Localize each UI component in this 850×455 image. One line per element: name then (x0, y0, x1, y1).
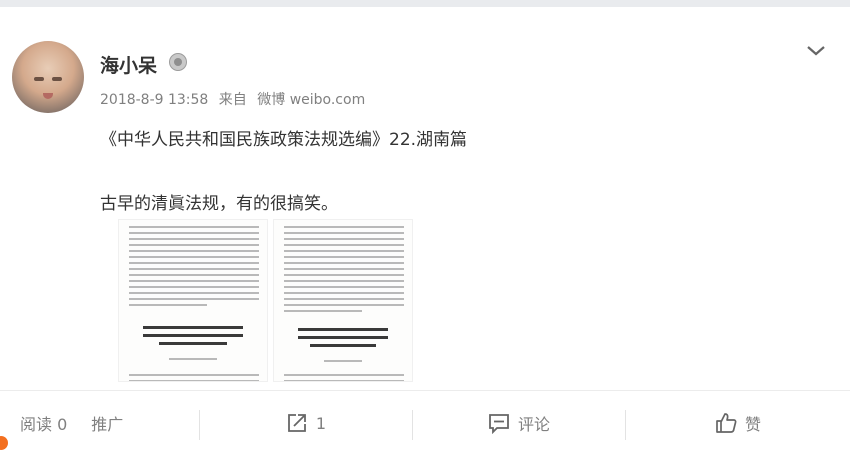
comment-button[interactable]: 评论 (413, 391, 625, 455)
read-count: 阅读 0 推广 (20, 391, 180, 455)
like-button[interactable]: 赞 (626, 391, 850, 455)
post-image[interactable] (273, 219, 413, 382)
post-meta: 2018-8-9 13:58 来自 微博 weibo.com (100, 89, 365, 109)
post-text-line: 《中华人民共和国民族政策法规选编》22.湖南篇 (100, 130, 468, 150)
avatar[interactable] (12, 41, 84, 113)
post-date[interactable]: 2018-8-9 13:58 (100, 92, 208, 108)
reads-label: 阅读 (20, 415, 53, 434)
repost-button[interactable]: 1 (200, 391, 412, 455)
member-badge-icon[interactable] (169, 53, 187, 71)
like-label: 赞 (744, 415, 761, 434)
thumbs-up-icon (716, 413, 737, 433)
promote-button[interactable]: 推广 (91, 411, 123, 435)
comment-label: 评论 (517, 415, 550, 434)
post-footer: 阅读 0 推广 1 评论 赞 (0, 390, 850, 455)
source-prefix: 来自 (218, 92, 247, 108)
comment-icon (489, 414, 509, 434)
post-source[interactable]: 微博 weibo.com (257, 92, 365, 108)
repost-icon (288, 414, 306, 432)
chevron-down-icon[interactable] (804, 39, 828, 63)
avatar-eye (34, 77, 44, 81)
post-text-line: 古早的清眞法规，有的很搞笑。 (100, 194, 338, 214)
post-image[interactable] (118, 219, 268, 382)
avatar-mouth (43, 93, 53, 99)
username[interactable]: 海小呆 (100, 51, 157, 78)
avatar-eye (52, 77, 62, 81)
weibo-post-card: 海小呆 2018-8-9 13:58 来自 微博 weibo.com 《中华人民… (0, 7, 850, 455)
reads-count: 0 (57, 415, 68, 434)
repost-count: 1 (315, 413, 327, 433)
